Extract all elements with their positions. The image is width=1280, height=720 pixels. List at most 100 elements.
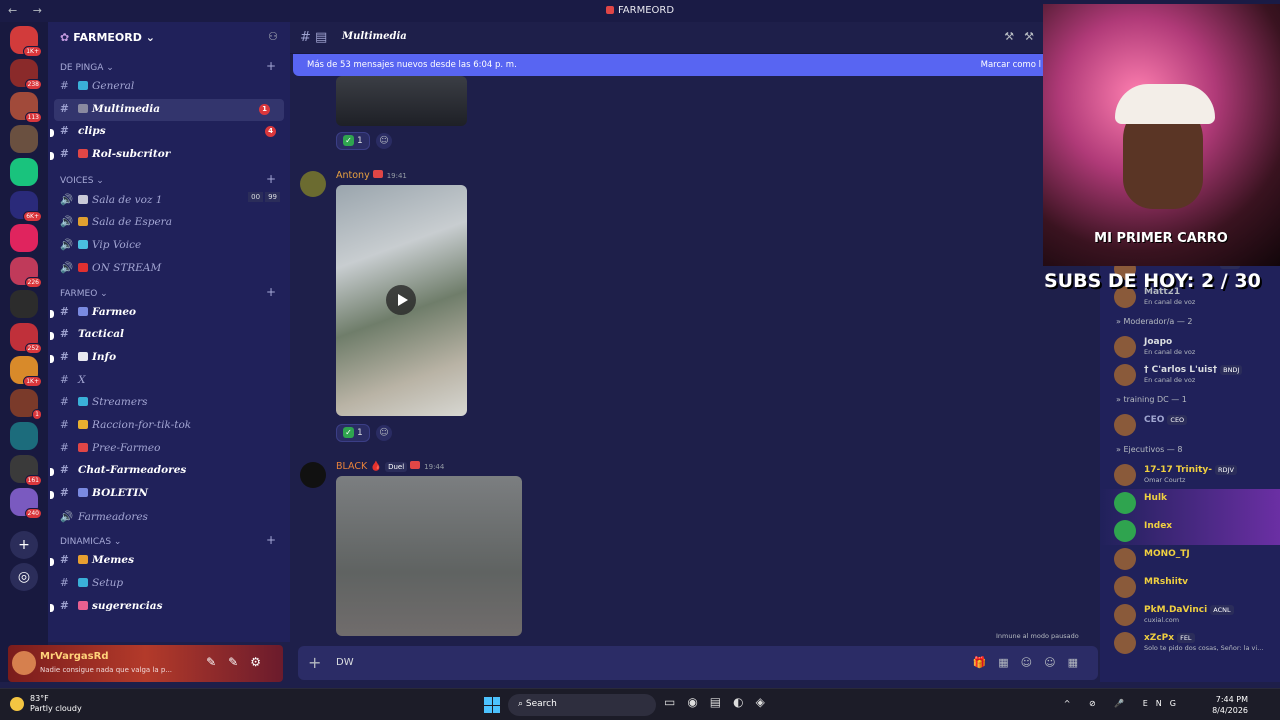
server-icon[interactable]: 1K+: [10, 356, 42, 387]
channel-item[interactable]: # X: [48, 370, 290, 393]
server-icon[interactable]: [10, 158, 38, 186]
member-item[interactable]: PkM.DaVinci ACNL cuxial.com: [1100, 601, 1280, 629]
date: 8/4/2026: [1212, 706, 1248, 715]
add-member-icon[interactable]: ⚇: [268, 30, 278, 43]
channel-item[interactable]: # Multimedia 1: [54, 98, 284, 122]
server-icon[interactable]: [10, 422, 38, 450]
server-icon[interactable]: [10, 290, 38, 318]
avatar[interactable]: [300, 462, 326, 488]
channel-item[interactable]: 🔊 Sala de voz 1 00 99: [48, 189, 290, 212]
clock[interactable]: 7:44 PM 8/4/2026: [1212, 694, 1248, 716]
member-group-header: » Moderador/a — 2: [1116, 317, 1193, 326]
member-item[interactable]: Hulk: [1100, 489, 1280, 517]
add-channel-icon[interactable]: +: [266, 172, 276, 186]
add-channel-icon[interactable]: +: [266, 533, 276, 547]
stream-logo: MI PRIMER CARRO: [1094, 231, 1228, 246]
message-composer[interactable]: + DW 🎁▦☺☺▦: [298, 646, 1098, 680]
avatar: [1114, 576, 1136, 598]
avatar: [1114, 632, 1136, 654]
text-channel-icon: #: [60, 350, 69, 363]
unread-indicator: [50, 558, 54, 567]
server-header[interactable]: ✿ FARMEORD ⌄ ⚇: [48, 22, 290, 54]
server-icon[interactable]: 252: [10, 323, 42, 354]
channel-item[interactable]: # Farmeo: [48, 302, 290, 325]
channel-item[interactable]: # General: [48, 76, 290, 99]
add-channel-icon[interactable]: +: [266, 59, 276, 73]
server-icon[interactable]: 226: [10, 257, 42, 288]
add-reaction-icon[interactable]: ☺: [376, 133, 392, 149]
channel-item[interactable]: # BOLETIN: [48, 483, 290, 506]
mark-as-read-button[interactable]: Marcar como l: [981, 60, 1041, 70]
attach-icon[interactable]: +: [308, 653, 321, 672]
message-list[interactable]: ✓ 1 ☺ Antony 19:41 ✓ 1 ☺ BLACK 🩸 Duel 19:44: [290, 76, 1100, 636]
server-icon[interactable]: 1K+: [10, 26, 42, 57]
user-controls[interactable]: ✎✎⚙: [206, 655, 273, 669]
taskbar-apps[interactable]: ▭◉▤◐◈: [664, 695, 777, 709]
new-messages-banner[interactable]: Más de 53 mensajes nuevos desde las 6:04…: [293, 54, 1053, 76]
add-reaction-icon[interactable]: ☺: [376, 425, 392, 441]
video-attachment[interactable]: [336, 185, 467, 416]
media-attachment[interactable]: [336, 76, 467, 126]
reaction-chip[interactable]: ✓ 1: [336, 132, 370, 150]
server-icon[interactable]: 113: [10, 92, 42, 123]
header-tools[interactable]: ⚒⚒: [1004, 30, 1044, 43]
unread-indicator: [50, 152, 54, 161]
channel-item[interactable]: # clips 4: [48, 121, 290, 144]
channel-item[interactable]: # sugerencias: [48, 596, 290, 619]
server-icon[interactable]: [10, 224, 38, 252]
channel-item[interactable]: 🔊 Farmeadores: [48, 506, 290, 529]
server-icon[interactable]: 161: [10, 455, 42, 486]
unread-count-badge: 4: [265, 126, 276, 138]
channel-category[interactable]: FARMEO ⌄ +: [48, 280, 290, 302]
taskbar-search[interactable]: ⌕ Search: [508, 694, 656, 716]
image-attachment[interactable]: [336, 476, 522, 636]
channel-item[interactable]: # Pree-Farmeo: [48, 438, 290, 461]
channel-item[interactable]: # Chat-Farmeadores: [48, 460, 290, 483]
author-name[interactable]: Antony: [336, 170, 370, 181]
member-item[interactable]: † C'arlos L'uis† BNDJ En canal de voz: [1100, 361, 1280, 389]
channel-item[interactable]: # Setup: [48, 573, 290, 596]
avatar: [1114, 336, 1136, 358]
channel-header: # ▤ Multimedia ⚒⚒: [290, 22, 1050, 54]
weather-widget[interactable]: 83°F Partly cloudy: [10, 694, 82, 714]
member-item[interactable]: 17-17 Trinity- RDJV Omar Courtz: [1100, 461, 1280, 489]
channel-category[interactable]: DE PINGA ⌄ +: [48, 54, 290, 76]
server-icon[interactable]: 240: [10, 488, 42, 519]
explore-icon[interactable]: ◎: [10, 563, 38, 591]
server-icon[interactable]: 238: [10, 59, 42, 90]
channel-item[interactable]: 🔊 Sala de Espera: [48, 211, 290, 234]
add-server-icon[interactable]: +: [10, 531, 38, 559]
red-dot-icon: [78, 262, 88, 272]
channel-item[interactable]: # Rol-subcritor: [48, 144, 290, 167]
channel-item[interactable]: # Raccion-for-tik-tok: [48, 415, 290, 438]
message-input[interactable]: DW: [336, 657, 354, 668]
system-tray[interactable]: ^ ⊘ 🎤 ENG: [1064, 699, 1184, 708]
channel-item[interactable]: # Info: [48, 347, 290, 370]
avatar[interactable]: [300, 171, 326, 197]
channel-item[interactable]: 🔊 ON STREAM: [48, 257, 290, 280]
member-item[interactable]: Index: [1100, 517, 1280, 545]
channel-item[interactable]: # Tactical: [48, 324, 290, 347]
add-channel-icon[interactable]: +: [266, 285, 276, 299]
server-icon[interactable]: 1: [10, 389, 42, 420]
channel-category[interactable]: VOICES ⌄ +: [48, 167, 290, 189]
member-item[interactable]: MRshiitv: [1100, 573, 1280, 601]
language-indicator[interactable]: ENG: [1143, 699, 1184, 708]
member-item[interactable]: CEO CEO: [1100, 411, 1280, 439]
play-icon[interactable]: [386, 285, 416, 315]
author-name[interactable]: BLACK 🩸: [336, 461, 382, 472]
channel-item[interactable]: 🔊 Vip Voice: [48, 234, 290, 257]
reaction-chip[interactable]: ✓ 1: [336, 424, 370, 442]
channel-category[interactable]: DINAMICAS ⌄ +: [48, 528, 290, 550]
member-item[interactable]: Joapo En canal de voz: [1100, 333, 1280, 361]
member-item[interactable]: xZcPx FEL Solo te pido dos cosas, Señor: l…: [1100, 629, 1280, 657]
server-icon[interactable]: [10, 125, 38, 153]
server-icon[interactable]: 6K+: [10, 191, 42, 222]
start-button[interactable]: [484, 697, 500, 713]
channel-item[interactable]: # Memes: [48, 550, 290, 573]
composer-tools[interactable]: 🎁▦☺☺▦: [973, 656, 1090, 669]
avatar[interactable]: [12, 651, 36, 675]
member-item[interactable]: MONO_TJ: [1100, 545, 1280, 573]
member-activity: Omar Courtz: [1144, 476, 1186, 484]
channel-item[interactable]: # Streamers: [48, 392, 290, 415]
